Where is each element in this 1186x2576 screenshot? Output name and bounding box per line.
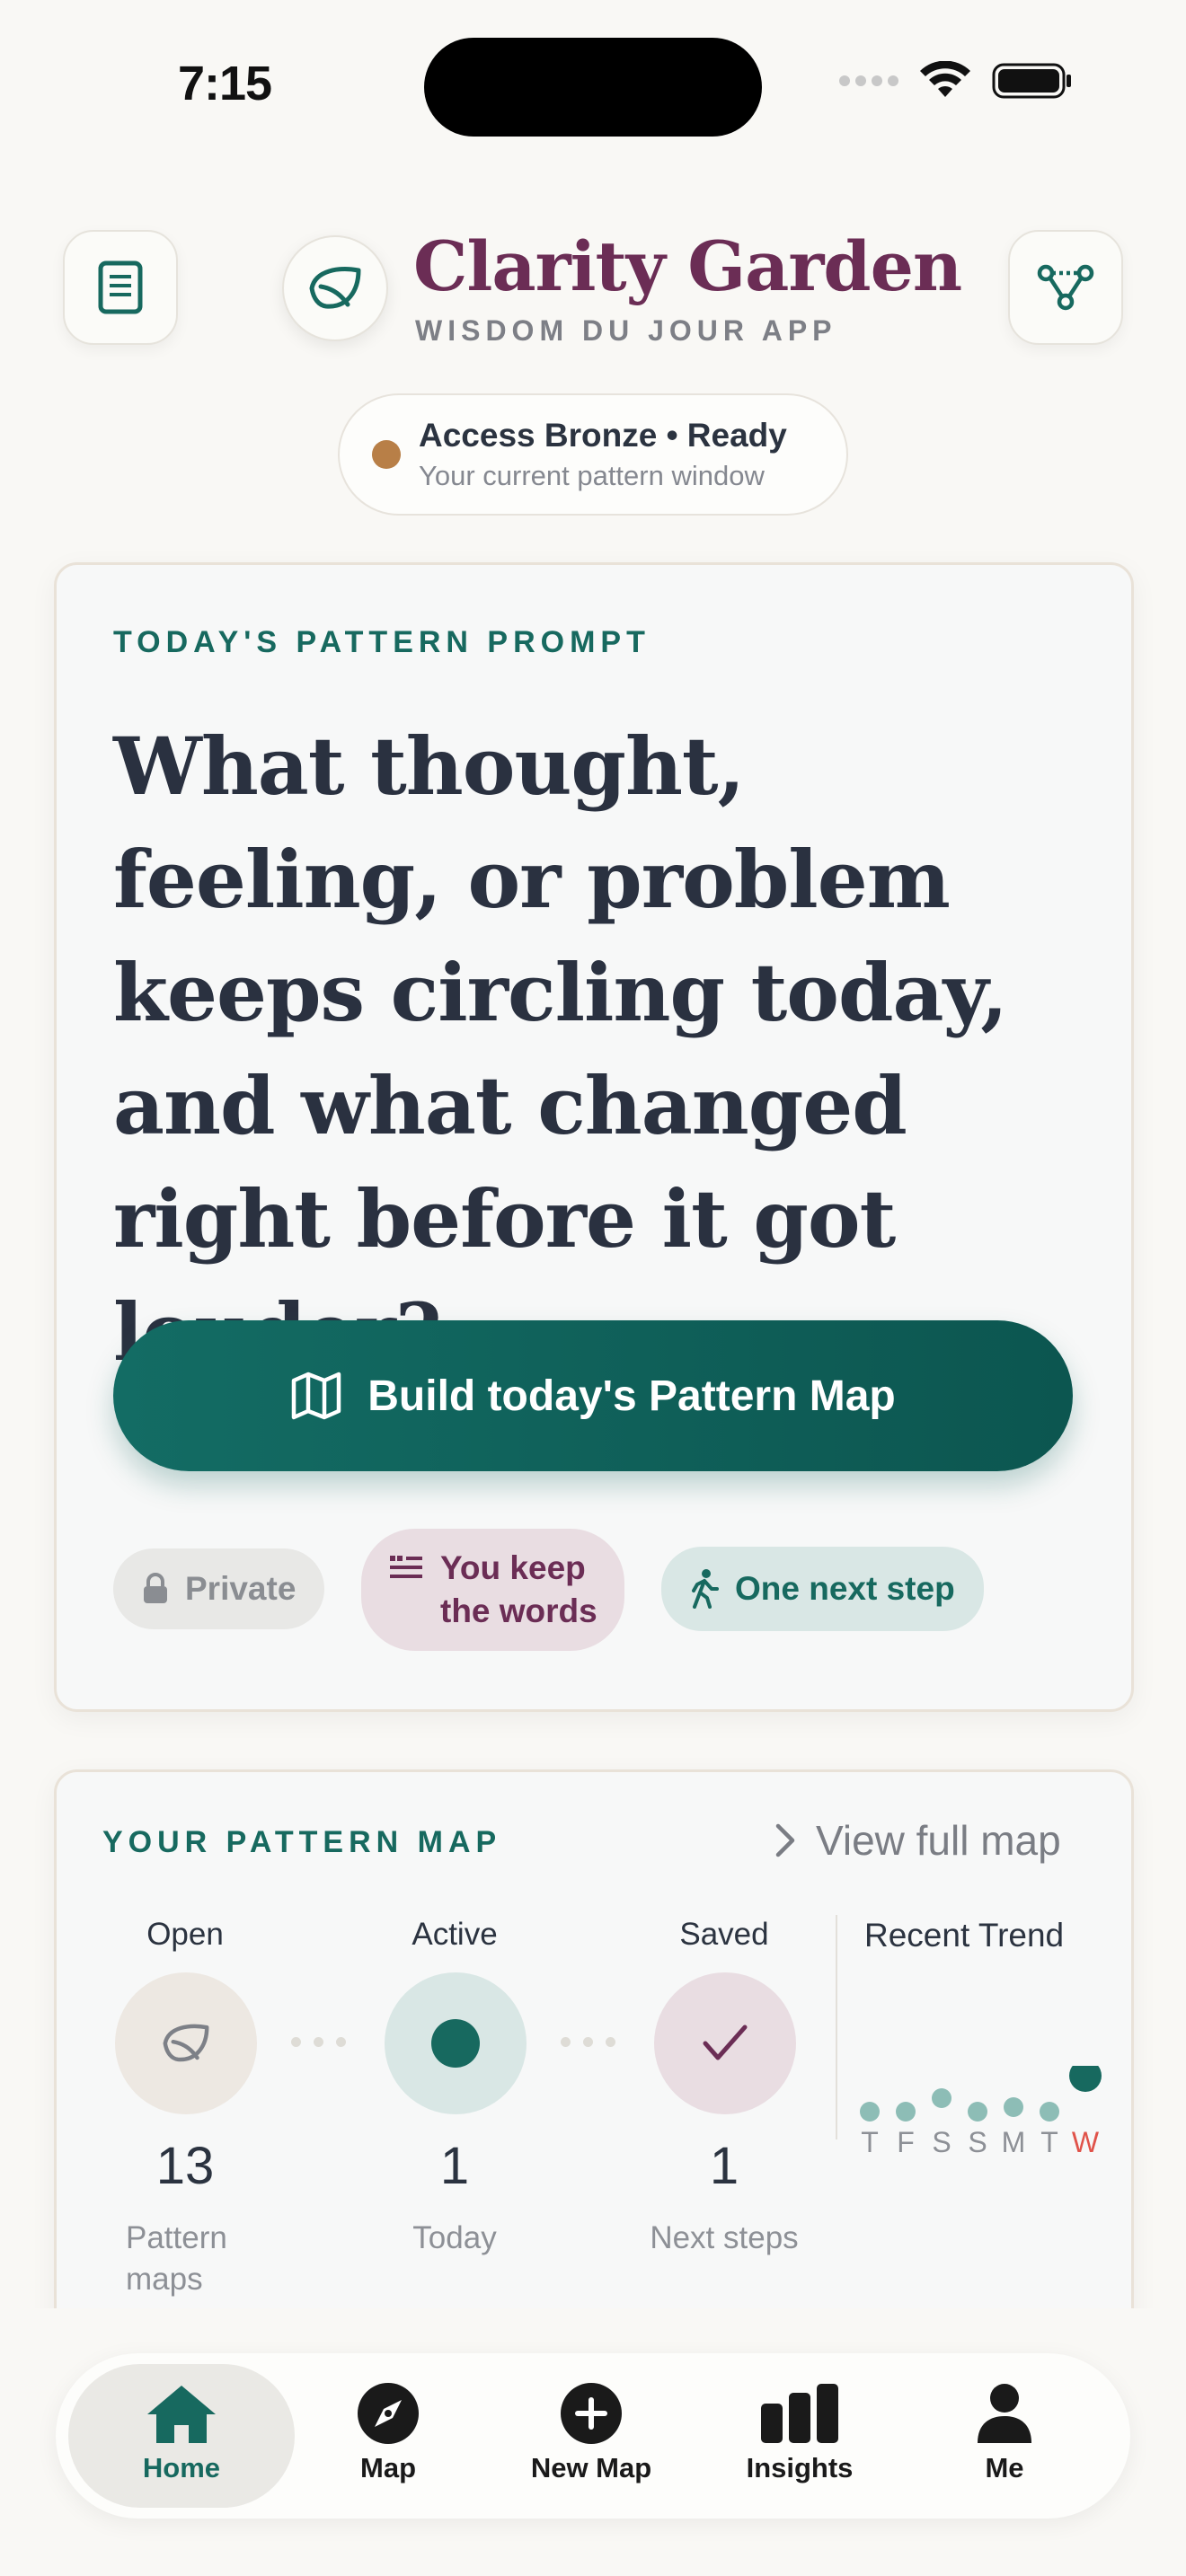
status-time: 7:15	[178, 57, 272, 110]
pattern-map-eyebrow: YOUR PATTERN MAP	[102, 1825, 502, 1859]
cellular-signal-icon	[839, 75, 898, 86]
nav-map-label: Map	[360, 2452, 416, 2483]
prompt-eyebrow: TODAY'S PATTERN PROMPT	[113, 625, 651, 659]
trend-title: Recent Trend	[864, 1917, 1065, 1954]
access-status-pill[interactable]: Access Bronze • Ready Your current patte…	[338, 393, 848, 516]
trend-day-label: T	[861, 2126, 879, 2158]
nav-insights[interactable]: Insights	[701, 2382, 898, 2484]
notebook-icon	[98, 260, 143, 314]
wifi-icon	[920, 61, 970, 97]
trend-point	[1004, 2097, 1023, 2117]
nav-new-map-label: New Map	[530, 2452, 652, 2483]
stat-open-caption-line2: maps	[126, 2262, 203, 2297]
stat-saved-circle[interactable]	[654, 1972, 796, 2114]
stat-saved-value: 1	[709, 2137, 739, 2195]
leaf-outline-icon	[163, 2024, 209, 2062]
battery-icon	[992, 63, 1071, 99]
trend-point	[932, 2088, 951, 2108]
nav-home[interactable]: Home	[83, 2382, 280, 2484]
walking-person-icon	[692, 1569, 719, 1609]
nav-home-label: Home	[142, 2452, 221, 2483]
build-pattern-map-button[interactable]: Build today's Pattern Map	[113, 1320, 1073, 1471]
nav-me[interactable]: Me	[906, 2382, 1103, 2484]
trend-point	[896, 2102, 916, 2122]
lock-icon	[144, 1573, 167, 1603]
stat-active-label: Active	[412, 1917, 498, 1952]
trend-point	[968, 2102, 987, 2122]
next-step-chip: One next step	[661, 1547, 984, 1631]
nav-insights-label: Insights	[746, 2452, 854, 2483]
stat-open-label: Open	[146, 1917, 224, 1952]
stat-active-caption: Today	[412, 2220, 497, 2255]
trend-day-label: M	[1002, 2126, 1026, 2158]
share-button[interactable]	[1008, 230, 1123, 345]
stat-active-circle[interactable]	[385, 1972, 527, 2114]
nav-map[interactable]: Map	[289, 2382, 487, 2484]
access-subtitle: Your current pattern window	[419, 460, 765, 491]
view-full-map-label: View full map	[816, 1817, 1061, 1864]
person-icon	[978, 2384, 1031, 2443]
journal-button[interactable]	[63, 230, 178, 345]
quote-lines-icon	[390, 1556, 422, 1578]
plus-circle-icon	[561, 2383, 622, 2444]
keep-words-line2: the words	[440, 1592, 597, 1629]
trend-point	[1069, 2066, 1102, 2092]
bar-chart-icon	[761, 2384, 838, 2443]
stat-connector-2	[561, 2037, 615, 2047]
trend-day-label: S	[932, 2126, 951, 2158]
bronze-status-dot	[372, 440, 401, 469]
app-subtitle: WISDOM DU JOUR APP	[415, 314, 837, 347]
trend-day-label: W	[1072, 2126, 1100, 2158]
stat-saved-caption: Next steps	[650, 2220, 799, 2255]
app-title: Clarity Garden	[413, 226, 962, 306]
active-dot-icon	[431, 2019, 480, 2068]
dynamic-island	[424, 38, 762, 137]
leaf-icon	[309, 267, 361, 309]
trend-divider	[836, 1915, 837, 2139]
network-icon	[1037, 264, 1094, 311]
chevron-right-icon	[775, 1823, 795, 1857]
recent-trend-chart: TFSSMTW	[860, 2066, 1102, 2158]
stat-open-value: 13	[155, 2137, 215, 2195]
private-chip: Private	[113, 1548, 325, 1629]
keep-words-chip: You keep the words	[361, 1529, 624, 1651]
trend-day-label: T	[1040, 2126, 1058, 2158]
app-logo	[282, 235, 388, 341]
keep-words-line1: You keep	[440, 1549, 586, 1586]
stat-open-caption: Pattern maps	[126, 2220, 227, 2298]
trend-day-label: F	[897, 2126, 915, 2158]
trend-day-label: S	[968, 2126, 987, 2158]
access-title: Access Bronze • Ready	[419, 417, 787, 454]
nav-new-map[interactable]: New Map	[492, 2382, 690, 2484]
nav-me-label: Me	[985, 2452, 1024, 2483]
private-chip-label: Private	[185, 1570, 296, 1607]
trend-point	[1040, 2102, 1059, 2122]
map-icon	[292, 1372, 341, 1420]
stat-open-circle[interactable]	[115, 1972, 257, 2114]
status-icons	[839, 61, 1073, 101]
prompt-question: What thought, feeling, or problem keeps …	[113, 719, 1008, 1379]
trend-point	[860, 2102, 880, 2122]
next-step-chip-label: One next step	[735, 1570, 955, 1607]
stat-saved-label: Saved	[679, 1917, 769, 1952]
view-full-map-link[interactable]: View full map	[774, 1816, 1061, 1865]
home-icon	[147, 2386, 216, 2443]
stat-active-value: 1	[439, 2137, 470, 2195]
stat-connector-1	[291, 2037, 346, 2047]
compass-icon	[358, 2383, 419, 2444]
checkmark-icon	[703, 2025, 748, 2060]
stat-open-caption-line1: Pattern	[126, 2220, 227, 2255]
cta-label: Build today's Pattern Map	[367, 1372, 896, 1420]
